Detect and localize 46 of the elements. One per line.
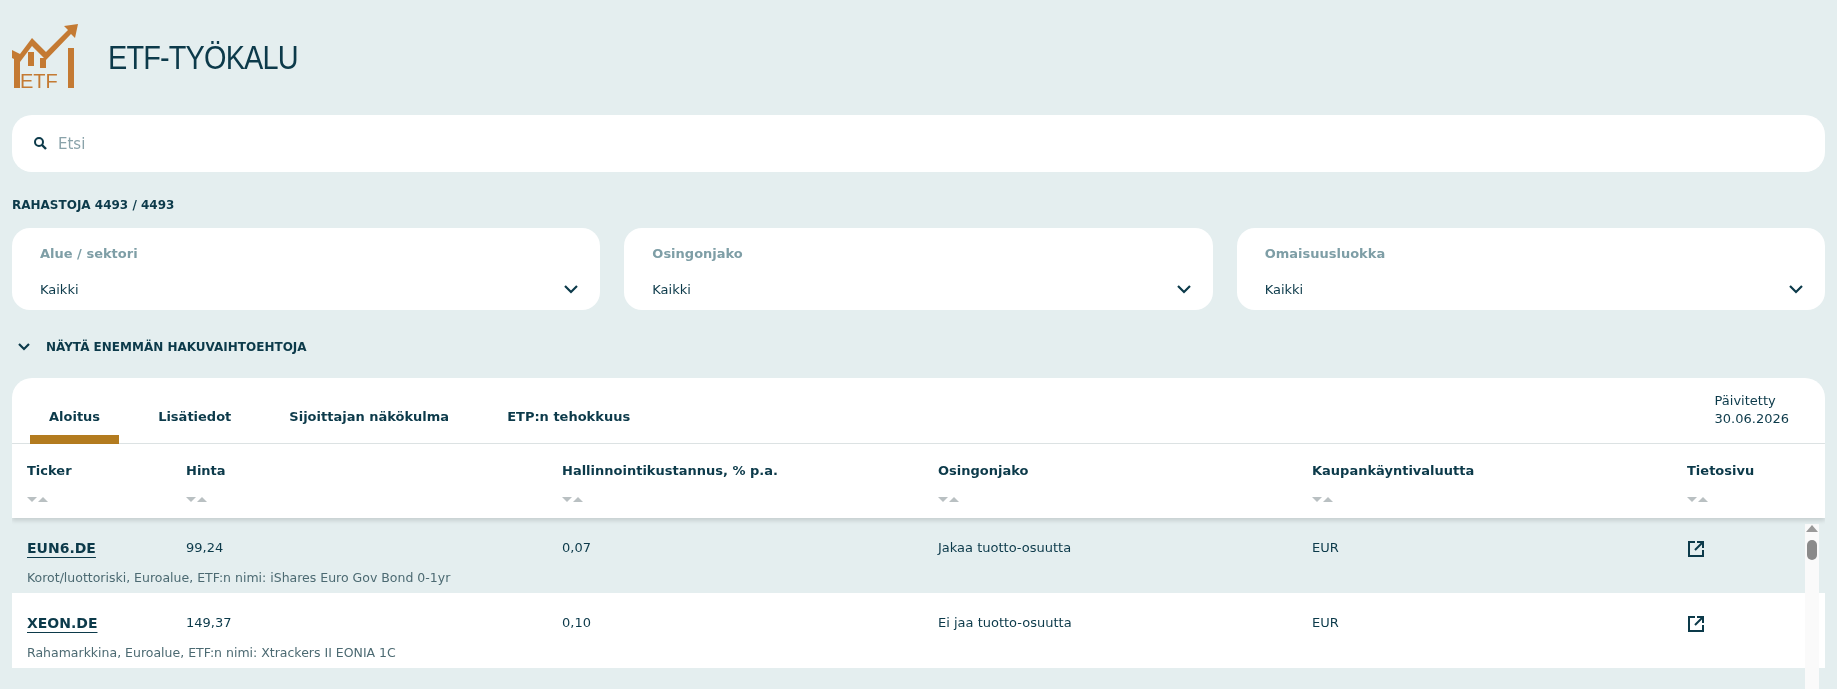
- chevron-down-icon: [1176, 284, 1191, 294]
- column-header[interactable]: Hinta: [186, 461, 562, 481]
- more-options-link[interactable]: NÄYTÄ ENEMMÄN HAKUVAIHTOEHTOJA: [46, 338, 307, 356]
- updated-label: Päivitetty: [1714, 392, 1777, 410]
- column-header[interactable]: Tietosivu: [1687, 461, 1810, 481]
- sort-icon[interactable]: [186, 495, 207, 503]
- search-field[interactable]: Etsi: [12, 115, 1825, 172]
- updated-date: 30.06.2026: [1714, 410, 1789, 429]
- fund-description: Rahamarkkina, Euroalue, ETF:n nimi: Xtrackers II EONIA 1C: [27, 643, 397, 662]
- column-header[interactable]: Osingonjako: [938, 461, 1312, 481]
- ticker-link[interactable]: XEON.DE: [27, 615, 98, 631]
- filter-dropdown[interactable]: Osingonjako Kaikki: [624, 228, 1213, 310]
- sort-icon[interactable]: [1687, 495, 1708, 503]
- tab[interactable]: ETP:n tehokkuus: [488, 378, 650, 444]
- fund-description: Korot/luottoriski, Euroalue, ETF:n nimi: iShares Euro Gov Bond 0-1yr: [27, 568, 452, 587]
- sort-icon[interactable]: [1312, 495, 1333, 503]
- external-link-icon[interactable]: [1687, 614, 1705, 633]
- currency-cell-text: EUR: [1312, 614, 1340, 632]
- tab[interactable]: Aloitus: [30, 378, 120, 444]
- external-link-icon[interactable]: [1687, 539, 1705, 558]
- column-header[interactable]: Kaupankäyntivaluutta: [1312, 461, 1687, 481]
- filter-dropdown[interactable]: Alue / sektori Kaikki: [12, 228, 601, 310]
- chevron-down-icon: [1789, 284, 1803, 294]
- sort-icon[interactable]: [938, 495, 959, 503]
- search-icon: [34, 137, 47, 150]
- sort-icon[interactable]: [562, 495, 583, 503]
- fund-count: RAHASTOJA 4493 / 4493: [12, 197, 176, 214]
- fee-cell-text: 0,10: [562, 614, 592, 632]
- currency-cell-text: EUR: [1312, 539, 1340, 557]
- column-header[interactable]: Hallinnointikustannus, % p.a.: [562, 461, 938, 481]
- tab[interactable]: Sijoittajan näkökulma: [270, 378, 469, 444]
- column-header[interactable]: Ticker: [27, 461, 186, 481]
- app-title: ETF-TYÖKALU: [108, 37, 298, 78]
- price-cell-text: 99,24: [186, 539, 225, 557]
- scrollbar[interactable]: [1805, 524, 1819, 689]
- dividend-cell-text: Ei jaa tuotto-osuutta: [938, 614, 1073, 632]
- sort-icon[interactable]: [27, 495, 48, 503]
- chevron-down-icon: [564, 284, 579, 294]
- scrollbar-thumb-icon[interactable]: [1805, 524, 1819, 562]
- dividend-cell-text: Jakaa tuotto-osuutta: [938, 539, 1073, 557]
- ticker-link[interactable]: EUN6.DE: [27, 540, 96, 556]
- price-cell-text: 149,37: [186, 614, 233, 632]
- filter-dropdown[interactable]: Omaisuusluokka Kaikki: [1236, 228, 1825, 310]
- tab[interactable]: Lisätiedot: [139, 378, 251, 444]
- chevron-down-icon: [18, 343, 30, 351]
- fee-cell-text: 0,07: [562, 539, 592, 557]
